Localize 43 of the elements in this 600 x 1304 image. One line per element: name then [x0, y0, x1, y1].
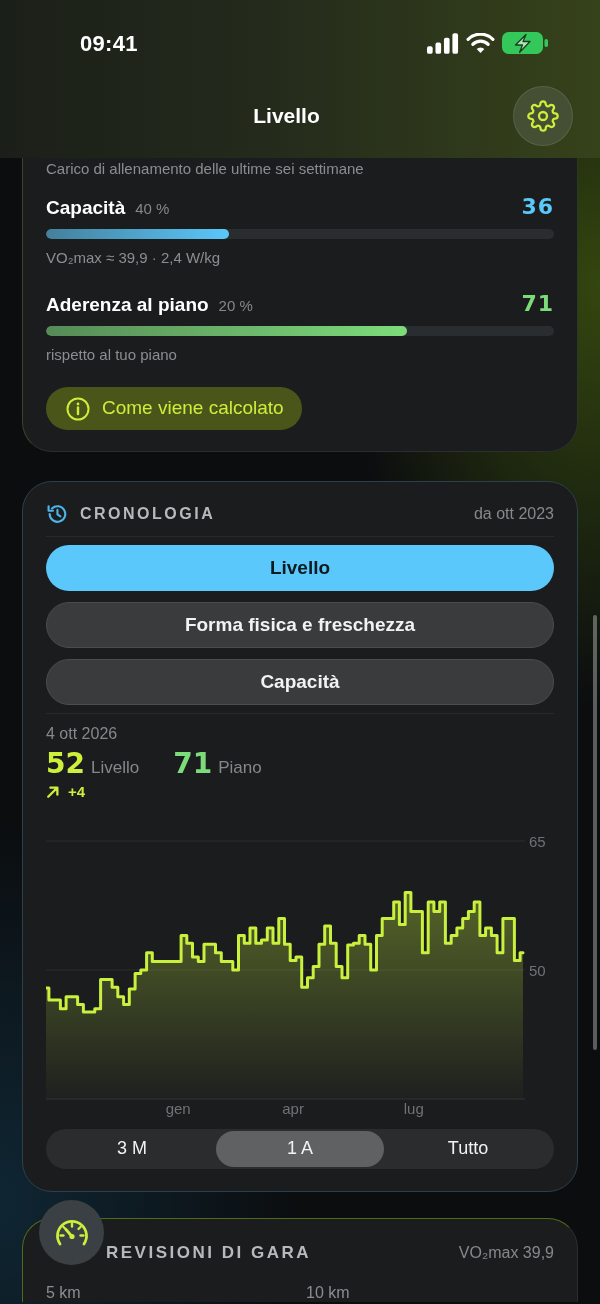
reading-label: Livello [90, 757, 140, 779]
x-axis-label: lug [403, 1099, 424, 1116]
reading-value: 52 [46, 748, 85, 780]
x-axis-label: gen [165, 1099, 191, 1116]
selected-date: 4 ott 2026 [46, 725, 119, 743]
trend-up-arrow-icon [46, 784, 60, 799]
metric-weight: 20 % [218, 296, 253, 316]
reading-value: 71 [173, 748, 213, 780]
metric-weight: 40 % [135, 199, 170, 219]
section-title: CRONOLOGIA [80, 504, 216, 524]
metric-value: 36 [521, 194, 554, 220]
y-axis-label: 65 [529, 832, 546, 849]
metric-label: Capacità [46, 196, 126, 220]
reading-label: Piano [218, 757, 262, 779]
info-button[interactable]: Come viene calcolato [46, 387, 302, 430]
settings-button[interactable] [513, 86, 573, 146]
wifi-icon [466, 32, 495, 54]
view-toggle-button[interactable]: Forma fisica e freschezza [46, 602, 554, 648]
settings-icon [527, 100, 559, 132]
info-icon [66, 396, 90, 421]
status-time: 09:41 [80, 29, 138, 58]
vo2max-value: VO₂max 39,9 [458, 1242, 554, 1263]
metric-note: VO₂max ≈ 39,9 · 2,4 W/kg [46, 249, 222, 267]
view-toggle-button[interactable]: Capacità [46, 659, 554, 705]
signal-icon [427, 32, 459, 54]
distance-label: 10 km [306, 1283, 351, 1302]
range-option[interactable]: 3 M [48, 1130, 216, 1167]
charging-battery-icon [502, 32, 548, 54]
metric-note: rispetto al tuo piano [46, 346, 178, 364]
range-option[interactable]: 1 A [216, 1130, 384, 1167]
card-subtitle: Carico di allenamento delle ultime sei settimane [46, 159, 365, 178]
since-date: da ott 2023 [473, 504, 554, 524]
x-axis-label: apr [282, 1099, 304, 1116]
range-option[interactable]: Tutto [384, 1130, 552, 1167]
y-axis-label: 50 [529, 961, 546, 978]
distance-label: 5 km [46, 1283, 82, 1302]
change-value: +4 [68, 783, 86, 800]
screen-title: Livello [253, 103, 320, 130]
history-icon [46, 503, 68, 525]
metric-label: Aderenza al piano [46, 293, 209, 317]
view-toggle-button[interactable]: Livello [46, 545, 554, 591]
metric-value: 71 [521, 291, 554, 317]
section-title: REVISIONI DI GARA [106, 1241, 311, 1264]
